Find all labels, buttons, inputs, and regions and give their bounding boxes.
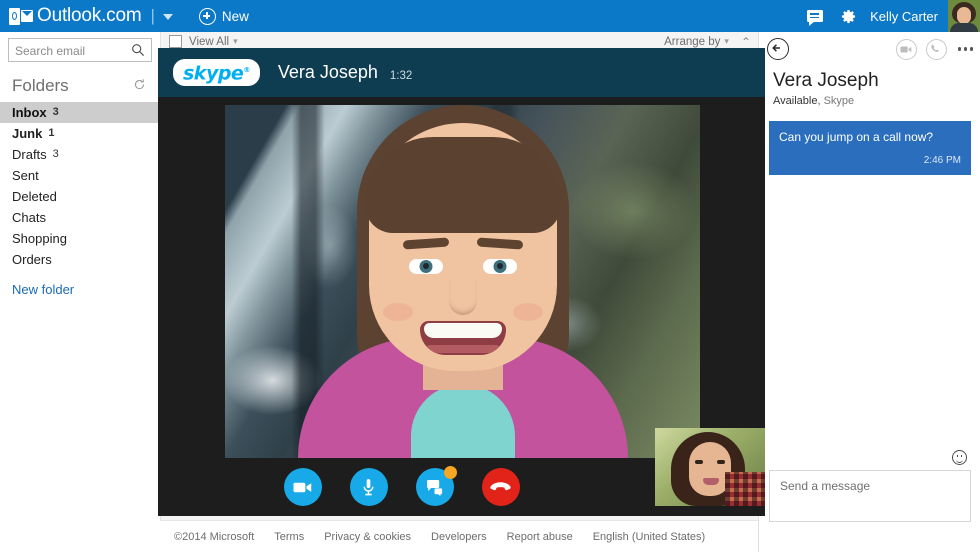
contact-status: Available, Skype [773,95,980,107]
back-arrow-icon[interactable] [767,38,789,60]
chat-panel-header [759,32,980,66]
more-options-icon[interactable] [957,47,973,51]
folder-label: Inbox [12,105,47,120]
folder-label: Drafts [12,147,47,162]
call-controls [158,458,765,516]
folder-count: 1 [48,127,55,139]
chevron-up-icon[interactable]: ⌃ [741,35,751,49]
view-all-caret-icon[interactable]: ▾ [233,36,238,47]
privacy-cookies-link[interactable]: Privacy & cookies [324,531,411,543]
chevron-down-icon[interactable] [162,14,173,20]
sidebar: Folders Inbox 3 Junk 1 Drafts 3 [0,32,160,552]
arrange-by-caret-icon[interactable]: ▾ [724,36,729,47]
brand-name: Outlook.com [37,5,142,26]
folder-label: Orders [12,252,52,267]
folder-label: Deleted [12,189,57,204]
chat-message-time: 2:46 PM [923,155,961,166]
sidebar-item-deleted[interactable]: Deleted [0,186,160,207]
copyright-label: ©2014 Microsoft [174,531,255,543]
folder-count: 3 [52,106,59,118]
sidebar-item-shopping[interactable]: Shopping [0,228,160,249]
report-abuse-link[interactable]: Report abuse [507,531,573,543]
skype-logo-text: skype [183,62,244,85]
call-contact-name: Vera Joseph [277,62,378,82]
skype-chat-panel: Vera Joseph Available, Skype Can you jum… [758,32,980,552]
sidebar-item-sent[interactable]: Sent [0,165,160,186]
gear-icon[interactable] [841,9,856,24]
skype-call-window: skype® Vera Joseph 1:32 [158,48,765,516]
user-name-label[interactable]: Kelly Carter [870,9,938,24]
chat-button[interactable] [415,466,457,506]
outlook-brand[interactable]: Outlook.com [9,5,142,27]
outlook-logo-icon [9,7,33,25]
video-call-icon[interactable] [895,38,917,60]
chat-notification-badge [443,466,457,479]
call-timer: 1:32 [389,69,413,82]
end-call-button[interactable] [481,468,520,506]
language-link[interactable]: English (United States) [593,531,706,543]
skype-call-header: skype® Vera Joseph 1:32 [158,48,765,97]
new-folder-link[interactable]: New folder [0,279,160,300]
arrange-by-group[interactable]: Arrange by ▾ ⌃ [664,35,751,49]
skype-logo-mark: ® [243,66,250,75]
top-bar-right-group: Kelly Carter [807,0,980,32]
search-input[interactable] [9,39,135,63]
chat-message-bubble: Can you jump on a call now? 2:46 PM [769,121,971,175]
top-navigation-bar: Outlook.com | New Kelly Carter [0,0,980,32]
skype-call-body [158,97,765,516]
select-all-checkbox[interactable] [169,35,182,48]
folder-list: Inbox 3 Junk 1 Drafts 3 Sent Deleted Cha… [0,102,160,300]
folder-label: Shopping [12,231,67,246]
plus-circle-icon [198,7,216,25]
folder-count: 3 [52,148,59,160]
hang-up-icon [490,482,511,491]
status-separator: , [817,95,821,107]
sidebar-item-inbox[interactable]: Inbox 3 [0,102,160,123]
status-service: Skype [823,95,855,107]
skype-logo-icon: skype® [173,59,260,86]
search-icon[interactable] [131,43,145,62]
arrange-by-label[interactable]: Arrange by [664,36,720,48]
video-toggle-button[interactable] [283,468,322,506]
developers-link[interactable]: Developers [431,531,487,543]
remote-participant [297,105,628,458]
new-button[interactable]: New [198,7,249,25]
avatar[interactable] [948,0,980,32]
microphone-icon [363,478,374,495]
folder-label: Sent [12,168,39,183]
sidebar-item-orders[interactable]: Orders [0,249,160,270]
terms-link[interactable]: Terms [274,531,304,543]
new-button-label: New [221,8,249,24]
sidebar-item-drafts[interactable]: Drafts 3 [0,144,160,165]
microphone-toggle-button[interactable] [349,468,388,506]
message-thread: Can you jump on a call now? 2:46 PM [759,121,980,175]
smiley-icon[interactable] [952,450,967,465]
video-camera-icon [293,482,312,492]
status-availability: Available [773,95,818,107]
remote-video-feed[interactable] [225,105,700,458]
contact-name: Vera Joseph [773,70,879,91]
phone-call-icon[interactable] [925,38,947,60]
sidebar-item-junk[interactable]: Junk 1 [0,123,160,144]
view-all-label[interactable]: View All [189,36,229,48]
search-box[interactable] [8,38,152,63]
chat-compose-area: Send a message [759,450,980,522]
messenger-icon[interactable] [807,10,824,26]
send-message-input[interactable]: Send a message [769,470,971,522]
new-folder-label: New folder [12,282,75,297]
folders-title: Folders [12,76,69,95]
brand-separator: | [150,6,155,25]
chat-bubble-icon [426,479,442,496]
refresh-icon[interactable] [133,76,146,96]
folder-label: Junk [12,126,43,141]
sidebar-item-chats[interactable]: Chats [0,207,160,228]
folder-label: Chats [12,210,46,225]
chat-message-text: Can you jump on a call now? [779,130,934,144]
folders-heading: Folders [12,76,160,96]
